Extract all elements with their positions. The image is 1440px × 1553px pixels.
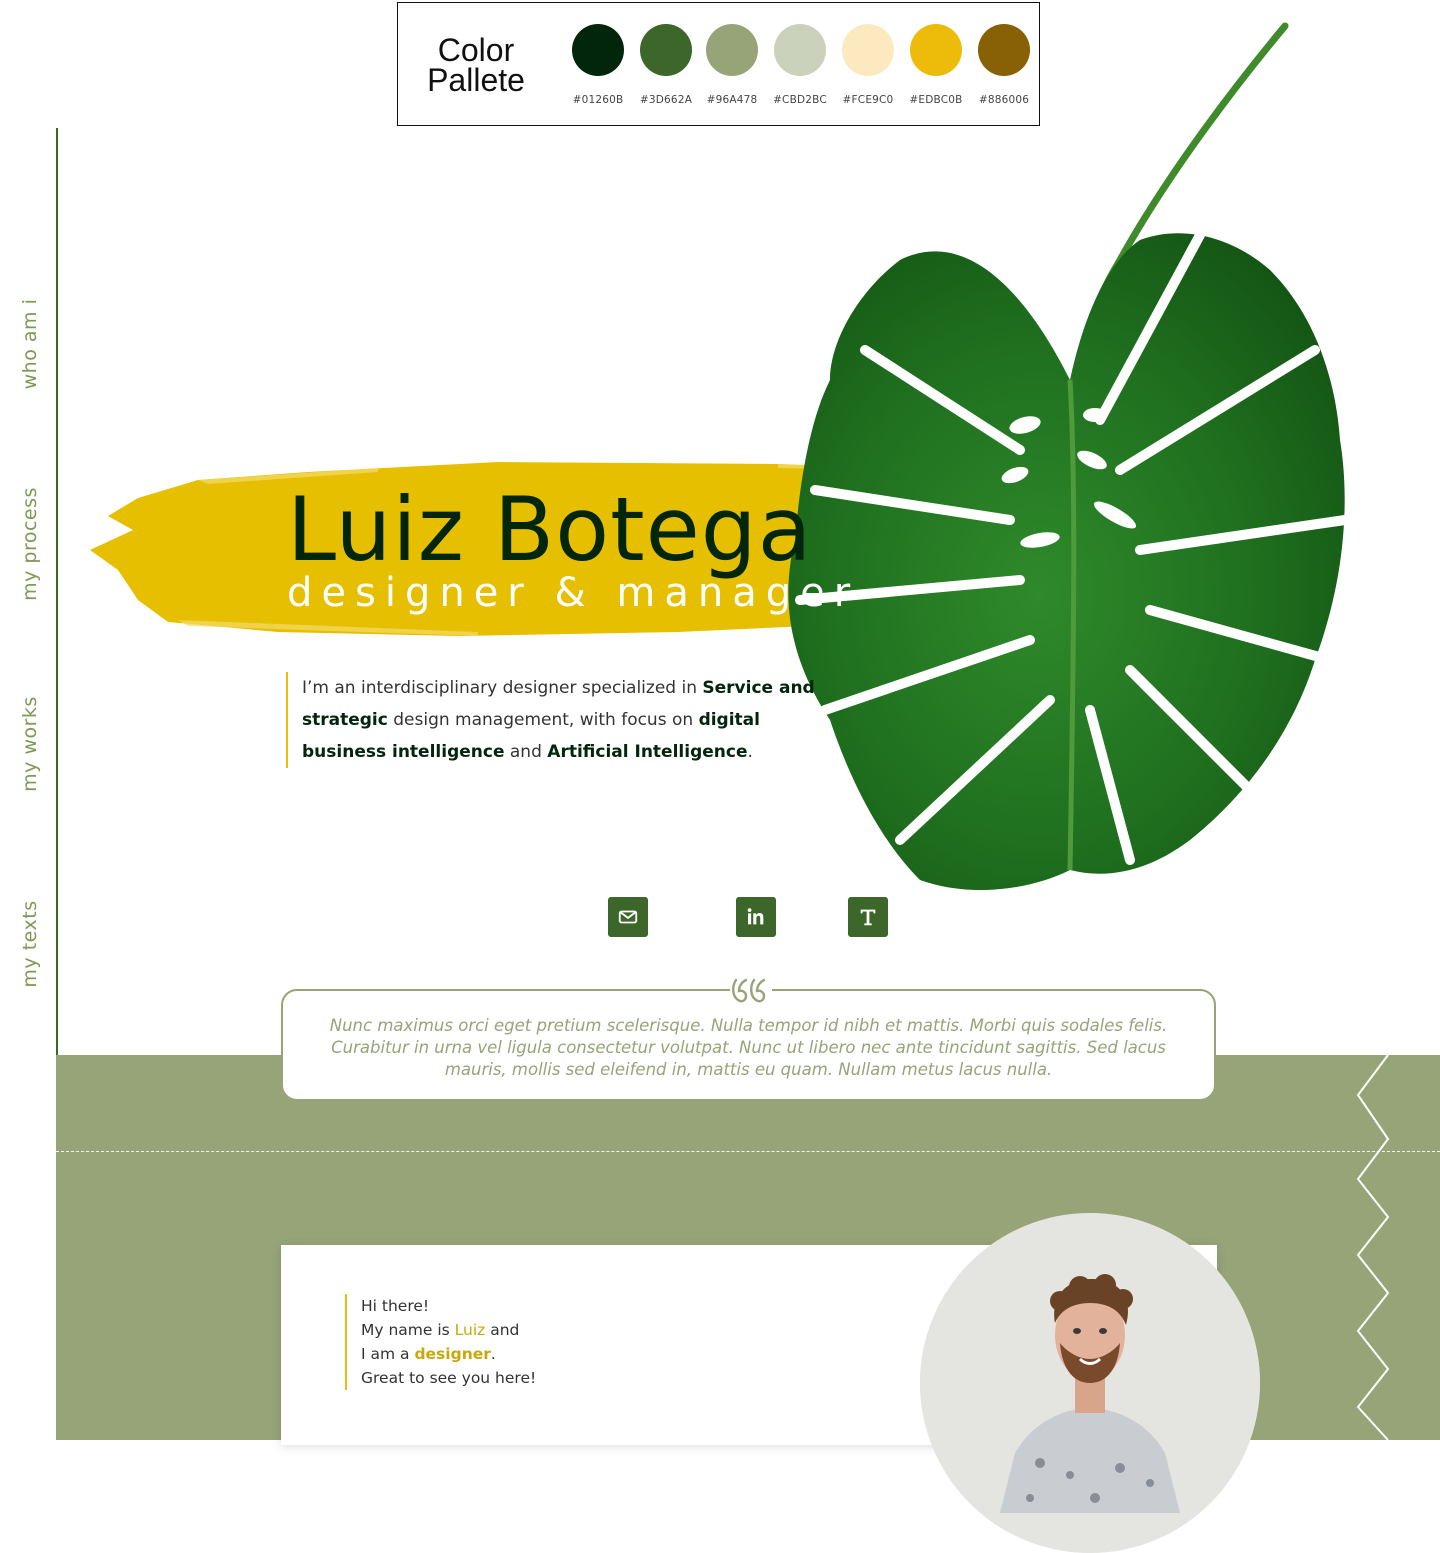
- intro-text: .: [747, 742, 753, 762]
- dashed-divider: [56, 1151, 1440, 1152]
- nav-label[interactable]: my works: [19, 696, 41, 792]
- mail-icon: [618, 910, 638, 924]
- palette-title: Color Pallete: [418, 32, 534, 98]
- email-button[interactable]: [608, 897, 648, 937]
- intro-highlight: Artificial Intelligence: [547, 742, 748, 762]
- text-t-icon: [860, 909, 876, 926]
- greeting-line: I am a designer.: [361, 1342, 601, 1366]
- monstera-leaf-image: [788, 22, 1350, 891]
- intro-text: I’m an interdisciplinary designer specia…: [302, 678, 703, 698]
- greeting-line: My name is Luiz and: [361, 1318, 601, 1342]
- greeting-text: My name is: [361, 1321, 455, 1339]
- palette-title-line2: Pallete: [427, 62, 525, 98]
- intro-paragraph: I’m an interdisciplinary designer specia…: [286, 672, 846, 768]
- linkedin-icon: [747, 908, 764, 925]
- greeting-block: Hi there! My name is Luiz and I am a des…: [345, 1294, 601, 1390]
- swatch-dot: [572, 24, 624, 76]
- intro-text: and: [504, 742, 548, 762]
- portrait-illustration: [920, 1213, 1260, 1553]
- greeting-text: I am a: [361, 1345, 415, 1363]
- nav-label[interactable]: who am i: [19, 299, 41, 390]
- greeting-line: Great to see you here!: [361, 1369, 537, 1387]
- nav-rail: [56, 128, 58, 1152]
- profile-photo: [920, 1213, 1260, 1553]
- swatch-dot: [706, 24, 758, 76]
- swatch: #96A478: [698, 3, 766, 127]
- greeting-name: Luiz: [454, 1321, 486, 1339]
- quote-text: Nunc maximus orci eget pretium scelerisq…: [329, 1016, 1168, 1079]
- greeting-text: .: [490, 1345, 496, 1363]
- greeting-line: Hi there!: [361, 1297, 430, 1315]
- swatch-dot: [640, 24, 692, 76]
- swatch: #01260B: [564, 3, 632, 127]
- greeting-role: designer: [414, 1345, 491, 1363]
- swatch: #3D662A: [632, 3, 700, 127]
- texts-button[interactable]: [848, 897, 888, 937]
- zigzag-decoration: [1356, 1055, 1390, 1440]
- linkedin-button[interactable]: [736, 897, 776, 937]
- nav-label[interactable]: my process: [19, 487, 41, 601]
- intro-text: design management, with focus on: [387, 710, 699, 730]
- quote-icon: [730, 972, 772, 1008]
- hero-role: designer & manager: [287, 570, 860, 616]
- greeting-text: and: [485, 1321, 520, 1339]
- nav-label[interactable]: my texts: [19, 900, 41, 987]
- palette-title-line1: Color: [437, 32, 515, 68]
